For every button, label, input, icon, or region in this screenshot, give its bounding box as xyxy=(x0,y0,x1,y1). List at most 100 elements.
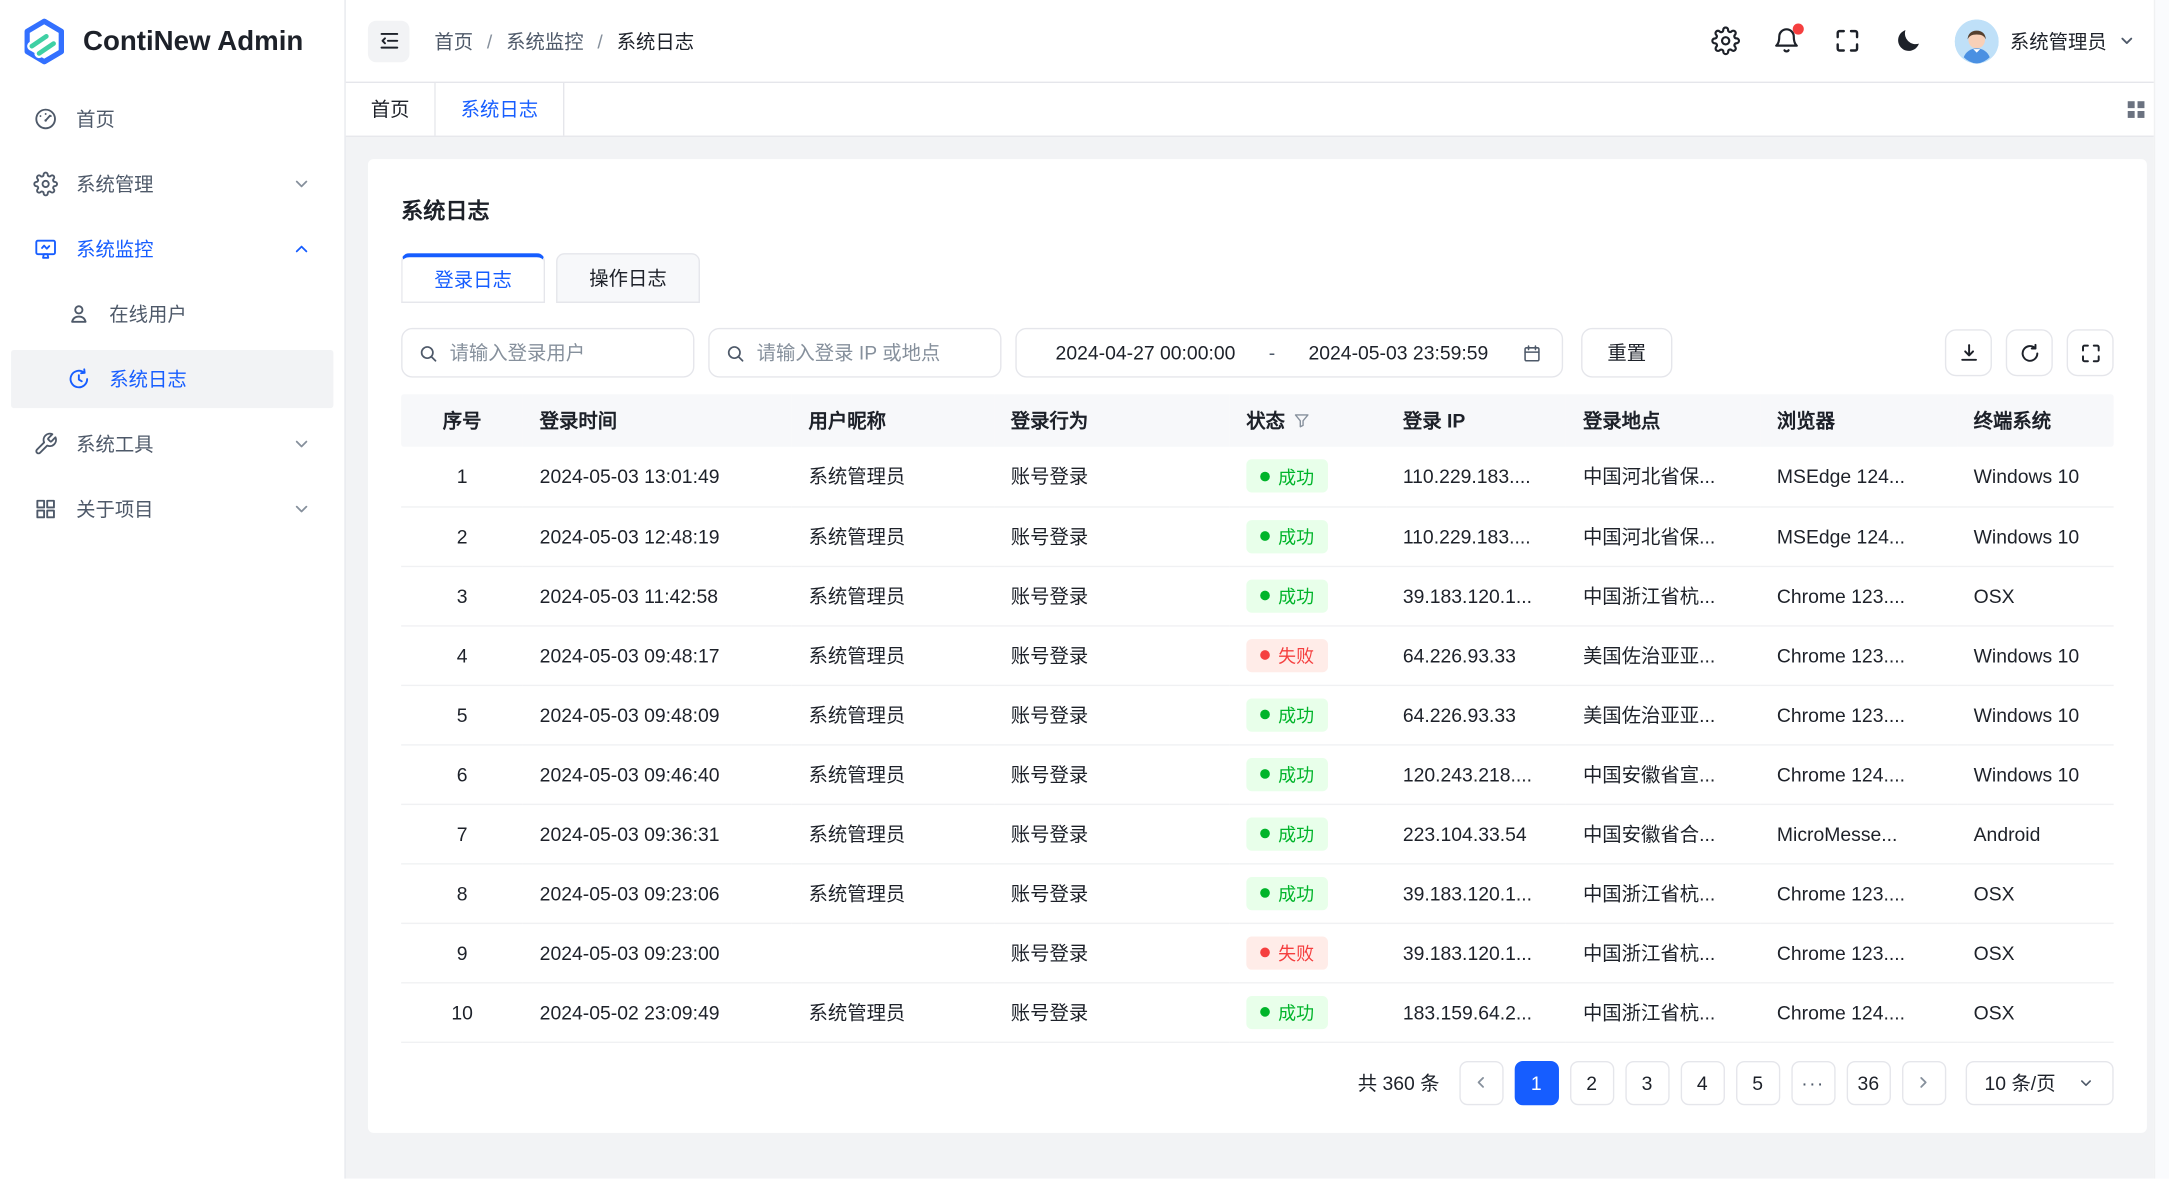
login-ip-input[interactable] xyxy=(757,342,985,364)
breadcrumb-separator: / xyxy=(597,30,602,52)
status-label: 失败 xyxy=(1278,939,1314,965)
breadcrumb: 首页 / 系统监控 / 系统日志 xyxy=(434,27,694,55)
cell-os: OSX xyxy=(1957,566,2114,625)
cell-browser: MicroMesse... xyxy=(1760,804,1957,863)
cell-login-time: 2024-05-03 09:48:17 xyxy=(523,625,792,684)
page-number: 1 xyxy=(1531,1071,1542,1093)
apps-grid-icon xyxy=(33,497,58,522)
table-row: 8 2024-05-03 09:23:06 系统管理员 账号登录 成功 39.1… xyxy=(401,863,2114,922)
col-browser: 浏览器 xyxy=(1760,394,1957,447)
page-button[interactable]: 3 xyxy=(1625,1060,1669,1104)
page-button[interactable]: 4 xyxy=(1680,1060,1724,1104)
status-dot-icon xyxy=(1260,531,1270,541)
scrollbar[interactable] xyxy=(2154,0,2169,1179)
tab-operation-log[interactable]: 操作日志 xyxy=(556,253,700,303)
export-download-button[interactable] xyxy=(1945,329,1992,376)
chevron-left-icon xyxy=(1472,1073,1490,1091)
chevron-down-icon xyxy=(292,434,311,453)
page-button[interactable]: 2 xyxy=(1570,1060,1614,1104)
page-button[interactable]: 5 xyxy=(1736,1060,1780,1104)
cell-index: 1 xyxy=(401,447,523,506)
status-filter-icon[interactable] xyxy=(1293,412,1310,429)
dark-mode-moon-icon[interactable] xyxy=(1894,26,1923,55)
cell-login-ip: 64.226.93.33 xyxy=(1386,685,1566,744)
cell-nickname: 系统管理员 xyxy=(792,447,994,506)
settings-gear-icon[interactable] xyxy=(1711,26,1740,55)
col-index: 序号 xyxy=(401,394,523,447)
cell-nickname: 系统管理员 xyxy=(792,982,994,1041)
login-user-input[interactable] xyxy=(450,342,678,364)
cell-login-behavior: 账号登录 xyxy=(994,447,1230,506)
sidebar-item-system-log[interactable]: 系统日志 xyxy=(11,350,333,408)
page-size-select[interactable]: 10 条/页 xyxy=(1965,1060,2114,1104)
status-label: 成功 xyxy=(1278,880,1314,906)
sidebar-menu: 首页 系统管理 系统监控 xyxy=(0,83,344,552)
sidebar-item-about-project[interactable]: 关于项目 xyxy=(11,480,333,538)
date-end-value[interactable]: 2024-05-03 23:59:59 xyxy=(1289,342,1508,364)
avatar xyxy=(1955,19,1999,63)
cell-nickname: 系统管理员 xyxy=(792,685,994,744)
sidebar-item-label: 关于项目 xyxy=(76,495,292,523)
breadcrumb-monitor[interactable]: 系统监控 xyxy=(506,27,583,55)
cell-login-behavior: 账号登录 xyxy=(994,923,1230,982)
pagination: 共 360 条 1 2 3 xyxy=(401,1060,2114,1104)
table-row: 1 2024-05-03 13:01:49 系统管理员 账号登录 成功 110.… xyxy=(401,447,2114,506)
tab-actions-grid-icon[interactable] xyxy=(2122,95,2150,123)
page-button[interactable]: 1 xyxy=(1514,1060,1558,1104)
reset-button[interactable]: 重置 xyxy=(1581,328,1672,378)
sidebar-item-online-users[interactable]: 在线用户 xyxy=(11,285,333,343)
tab-login-log[interactable]: 登录日志 xyxy=(401,253,545,303)
status-label: 失败 xyxy=(1278,642,1314,668)
cell-login-time: 2024-05-03 09:23:00 xyxy=(523,923,792,982)
table-row: 10 2024-05-02 23:09:49 系统管理员 账号登录 成功 183… xyxy=(401,982,2114,1041)
user-menu[interactable]: 系统管理员 xyxy=(1955,19,2136,63)
refresh-icon xyxy=(2018,341,2042,365)
page-tab-system-log[interactable]: 系统日志 xyxy=(436,83,565,136)
table-row: 7 2024-05-03 09:36:31 系统管理员 账号登录 成功 223.… xyxy=(401,804,2114,863)
sidebar-item-label: 系统日志 xyxy=(109,365,311,393)
page-button[interactable]: ··· xyxy=(1791,1060,1835,1104)
sidebar-item-system-monitor[interactable]: 系统监控 xyxy=(11,220,333,278)
chevron-down-icon xyxy=(2118,32,2136,50)
notification-bell-icon[interactable] xyxy=(1772,26,1801,55)
menu-fold-icon xyxy=(377,29,401,53)
cell-login-behavior: 账号登录 xyxy=(994,566,1230,625)
page-button[interactable]: 36 xyxy=(1846,1060,1890,1104)
cell-browser: Chrome 124.... xyxy=(1760,982,1957,1041)
breadcrumb-separator: / xyxy=(487,30,492,52)
cell-index: 5 xyxy=(401,685,523,744)
content-area: 系统日志 登录日志 操作日志 xyxy=(346,137,2169,1179)
fullscreen-icon[interactable] xyxy=(1833,26,1862,55)
cell-os: OSX xyxy=(1957,923,2114,982)
cell-status: 成功 xyxy=(1230,804,1387,863)
refresh-button[interactable] xyxy=(2006,329,2053,376)
log-type-tabs: 登录日志 操作日志 xyxy=(401,253,2114,303)
table-header: 序号 登录时间 用户昵称 登录行为 状态 xyxy=(401,394,2114,447)
next-page-button[interactable] xyxy=(1902,1060,1946,1104)
table-fullscreen-button[interactable] xyxy=(2067,329,2114,376)
filter-toolbar: 2024-04-27 00:00:00 - 2024-05-03 23:59:5… xyxy=(401,328,2114,378)
prev-page-button[interactable] xyxy=(1459,1060,1503,1104)
cell-index: 8 xyxy=(401,863,523,922)
status-badge: 成功 xyxy=(1246,757,1328,790)
cell-browser: Chrome 123.... xyxy=(1760,566,1957,625)
cell-browser: Chrome 123.... xyxy=(1760,625,1957,684)
cell-browser: Chrome 123.... xyxy=(1760,923,1957,982)
sidebar-item-system-management[interactable]: 系统管理 xyxy=(11,155,333,213)
cell-status: 成功 xyxy=(1230,744,1387,803)
date-start-value[interactable]: 2024-04-27 00:00:00 xyxy=(1036,342,1255,364)
cell-status: 成功 xyxy=(1230,863,1387,922)
sidebar-collapse-button[interactable] xyxy=(368,20,409,61)
sidebar-item-system-tools[interactable]: 系统工具 xyxy=(11,415,333,473)
status-dot-icon xyxy=(1260,1007,1270,1017)
breadcrumb-home[interactable]: 首页 xyxy=(434,27,473,55)
cell-login-ip: 39.183.120.1... xyxy=(1386,923,1566,982)
chevron-right-icon xyxy=(1915,1073,1933,1091)
chevron-down-icon xyxy=(2078,1074,2095,1091)
page-buttons: 1 2 3 4 5 ··· xyxy=(1514,1060,1890,1104)
date-range-picker[interactable]: 2024-04-27 00:00:00 - 2024-05-03 23:59:5… xyxy=(1015,328,1563,378)
cell-login-location: 中国浙江省杭... xyxy=(1566,982,1760,1041)
page-tab-home[interactable]: 首页 xyxy=(346,83,436,136)
sidebar-item-home[interactable]: 首页 xyxy=(11,90,333,148)
cell-nickname: 系统管理员 xyxy=(792,506,994,565)
